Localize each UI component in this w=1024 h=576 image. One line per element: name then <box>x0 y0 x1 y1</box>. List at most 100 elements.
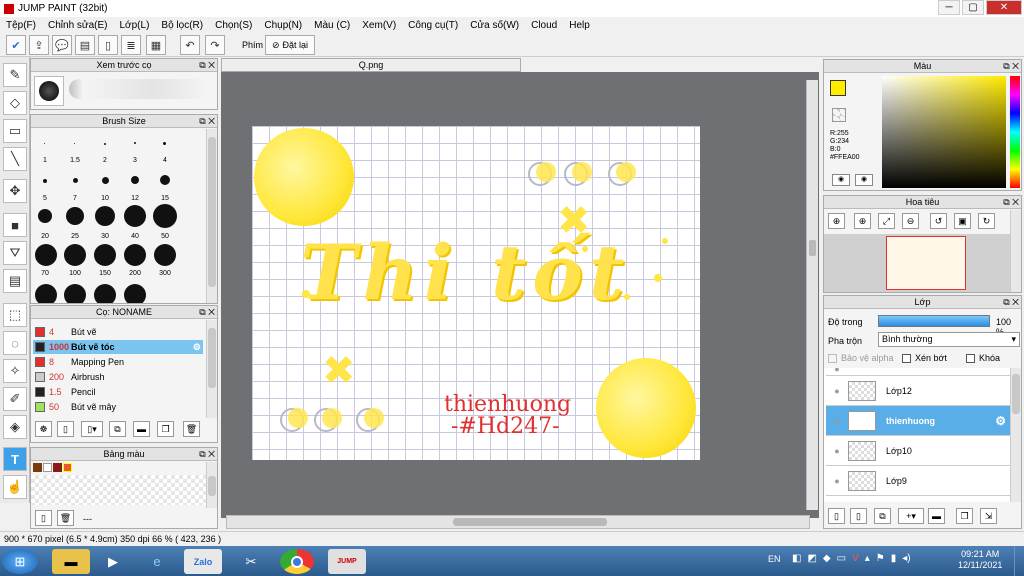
chrome-icon[interactable] <box>280 549 314 574</box>
maximize-button[interactable]: ▢ <box>962 0 984 15</box>
navigator-preview[interactable] <box>824 234 1010 292</box>
transparent-swatch[interactable] <box>832 108 846 122</box>
color-swap-icon[interactable]: ◉ <box>855 174 873 186</box>
select-eraser-tool-icon[interactable]: ◈ <box>3 415 27 439</box>
fill-rect-tool-icon[interactable]: ■ <box>3 213 27 237</box>
size-option[interactable]: 12 <box>125 195 145 202</box>
reset-view-icon[interactable]: ▣ <box>954 213 971 229</box>
protect-alpha-checkbox[interactable]: Bảo vệ alpha <box>828 353 894 363</box>
close-button[interactable]: ✕ <box>986 0 1022 15</box>
rectangle-tool-icon[interactable]: ▭ <box>3 119 27 143</box>
size-option[interactable]: 40 <box>125 233 145 240</box>
menu-tools[interactable]: Công cụ(T) <box>402 20 464 31</box>
trash-icon[interactable]: 🗑 <box>183 421 200 437</box>
size-option[interactable]: 5 <box>35 195 55 202</box>
eye-icon[interactable]: ● <box>826 386 848 396</box>
redo-icon[interactable]: ↷ <box>205 35 225 55</box>
gear-icon[interactable]: ⚙ <box>995 414 1006 428</box>
eraser-tool-icon[interactable]: ◇ <box>3 91 27 115</box>
lasso-tool-icon[interactable]: ◌ <box>3 331 27 355</box>
copy-layer-icon[interactable]: ⧉ <box>874 508 891 524</box>
size-option[interactable]: 50 <box>155 233 175 240</box>
new-layer-icon[interactable]: ▯ <box>828 508 845 524</box>
menu-cloud[interactable]: Cloud <box>525 20 563 31</box>
panel-close-icon[interactable]: ⧉ ✕ <box>199 448 215 460</box>
blend-mode-select[interactable]: Bình thường ▾ <box>878 332 1020 347</box>
menu-edit[interactable]: Chỉnh sửa(E) <box>42 20 114 31</box>
tray-icon[interactable]: ◩ <box>807 553 816 564</box>
canvas-vertical-scrollbar[interactable] <box>806 80 818 510</box>
color-picker-field[interactable] <box>882 76 1006 188</box>
menu-view[interactable]: Xem(V) <box>356 20 402 31</box>
panel-close-icon[interactable]: ⧉ ✕ <box>1003 296 1019 308</box>
menu-select[interactable]: Chọn(S) <box>209 20 258 31</box>
undo-icon[interactable]: ↶ <box>180 35 200 55</box>
size-option[interactable]: 10 <box>95 195 115 202</box>
network-icon[interactable]: ▮ <box>891 553 897 564</box>
internet-explorer-icon[interactable]: e <box>138 549 176 574</box>
menu-layer[interactable]: Lớp(L) <box>114 20 156 31</box>
start-button[interactable]: ⊞ <box>2 549 38 574</box>
panel-close-icon[interactable]: ⧉ ✕ <box>199 59 215 71</box>
message-icon[interactable]: ▤ <box>75 35 95 55</box>
menu-capture[interactable]: Chụp(N) <box>258 20 308 31</box>
comment-icon[interactable]: 💬 <box>52 35 72 55</box>
zoom-out-icon[interactable]: ⊖ <box>902 213 919 229</box>
brush-size-scrollbar[interactable] <box>206 129 217 303</box>
gear-icon[interactable]: ⚙ <box>193 342 201 353</box>
navigator-scrollbar[interactable] <box>1010 210 1021 292</box>
size-option[interactable]: 300 <box>155 270 175 277</box>
volume-icon[interactable]: ◂) <box>902 553 910 564</box>
rotate-right-icon[interactable]: ↻ <box>978 213 995 229</box>
add-layer-menu-icon[interactable]: +▾ <box>898 508 924 524</box>
snipping-tool-icon[interactable]: ✂ <box>232 549 270 574</box>
text-tool-icon[interactable]: T <box>3 447 27 471</box>
eye-icon[interactable]: ● <box>826 476 848 486</box>
size-option[interactable]: 70 <box>35 270 55 277</box>
folder-icon[interactable]: ▬ <box>133 421 150 437</box>
panel-close-icon[interactable]: ⧉ ✕ <box>1003 196 1019 208</box>
eye-icon[interactable]: ● <box>826 446 848 456</box>
move-tool-icon[interactable]: ✥ <box>3 179 27 203</box>
layer-row-partial[interactable]: ● <box>826 368 1010 376</box>
document-icon[interactable]: ▯ <box>98 35 118 55</box>
panel-close-icon[interactable]: ⧉ ✕ <box>1003 60 1019 72</box>
grid-settings-icon[interactable]: ▦ <box>146 35 166 55</box>
duplicate-icon[interactable]: ❐ <box>157 421 174 437</box>
panel-close-icon[interactable]: ⧉ ✕ <box>199 306 215 318</box>
size-option[interactable]: 2 <box>95 157 115 164</box>
reset-button[interactable]: ⊘ Đặt lại <box>265 35 315 55</box>
panel-close-icon[interactable]: ⧉ ✕ <box>199 115 215 127</box>
opacity-slider[interactable] <box>878 315 990 327</box>
clock[interactable]: 09:21 AM 12/11/2021 <box>958 549 1002 571</box>
duplicate-icon[interactable]: ❐ <box>956 508 973 524</box>
size-option[interactable]: 25 <box>65 233 85 240</box>
brush-item-selected[interactable]: 1000 Bút vẽ tóc ⚙ <box>33 340 203 354</box>
hue-slider[interactable] <box>1010 76 1020 188</box>
operation-tool-icon[interactable]: ☝ <box>3 475 27 499</box>
palette-swatch[interactable] <box>43 463 52 472</box>
document-tab[interactable]: Q.png <box>221 58 521 72</box>
layer-scrollbar[interactable] <box>1010 368 1021 502</box>
size-option[interactable]: 20 <box>35 233 55 240</box>
palette-swatch[interactable] <box>63 463 72 472</box>
eye-icon[interactable]: ● <box>826 368 848 374</box>
palette-scrollbar[interactable] <box>206 462 217 508</box>
fit-screen-icon[interactable]: ⤢ <box>878 213 895 229</box>
rotate-left-icon[interactable]: ↺ <box>930 213 947 229</box>
file-explorer-icon[interactable]: ▬ <box>52 549 90 574</box>
jump-paint-taskbar-icon[interactable]: JUMP <box>328 549 366 574</box>
zalo-icon[interactable]: Zalo <box>184 549 222 574</box>
line-tool-icon[interactable]: ╲ <box>3 147 27 171</box>
layer-row[interactable]: ● Lớp9 <box>826 466 1010 496</box>
copy-brush-icon[interactable]: ⧉ <box>109 421 126 437</box>
select-rect-tool-icon[interactable]: ⬚ <box>3 303 27 327</box>
clipping-checkbox[interactable]: Xén bớt <box>902 353 947 363</box>
size-option[interactable]: 150 <box>95 270 115 277</box>
menu-window[interactable]: Cửa số(W) <box>464 20 525 31</box>
brush-settings-icon[interactable]: ☸ <box>35 421 52 437</box>
magic-wand-tool-icon[interactable]: ✧ <box>3 359 27 383</box>
size-option[interactable]: 15 <box>155 195 175 202</box>
export-icon[interactable]: ⇪ <box>29 35 49 55</box>
size-option[interactable]: 3 <box>125 157 145 164</box>
